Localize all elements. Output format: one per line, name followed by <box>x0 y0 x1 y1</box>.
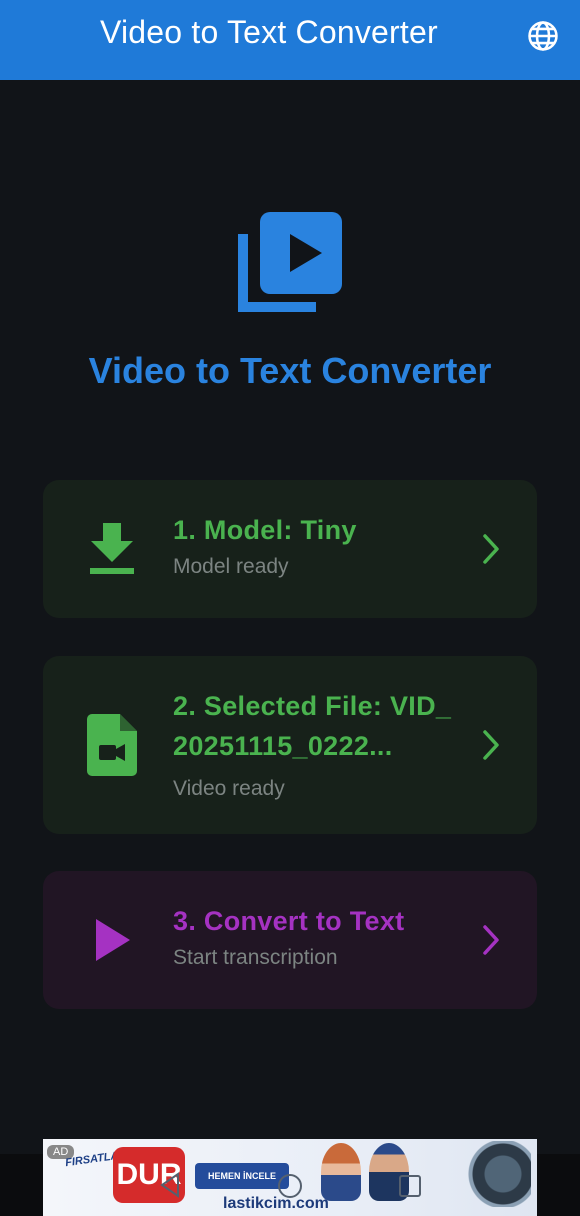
video-library-icon <box>238 212 342 312</box>
app-bar: Video to Text Converter <box>0 0 580 80</box>
ad-tyre-image <box>461 1141 531 1207</box>
ad-cta-button[interactable]: HEMEN İNCELE <box>195 1163 289 1189</box>
chevron-right-icon <box>483 534 499 564</box>
video-file-icon <box>87 714 137 776</box>
globe-icon <box>528 21 558 51</box>
app-bar-title: Video to Text Converter <box>100 14 438 50</box>
recents-nav-icon[interactable] <box>398 1174 422 1198</box>
download-icon <box>90 523 134 574</box>
convert-card-title: 3. Convert to Text <box>173 906 405 936</box>
file-card-subtitle: Video ready <box>173 777 285 800</box>
convert-card-subtitle: Start transcription <box>173 946 338 969</box>
model-card[interactable]: 1. Model: Tiny Model ready <box>43 480 537 618</box>
home-nav-icon[interactable] <box>277 1173 303 1199</box>
hero-title: Video to Text Converter <box>88 350 492 391</box>
play-icon <box>96 919 130 961</box>
file-card[interactable]: 2. Selected File: VID_ 20251115_0222... … <box>43 656 537 834</box>
file-card-title: 2. Selected File: VID_ 20251115_0222... <box>173 691 452 761</box>
app-screen: Video to Text Converter Video to Text Co… <box>0 0 580 1216</box>
convert-card[interactable]: 3. Convert to Text Start transcription <box>43 871 537 1009</box>
chevron-right-icon <box>483 925 499 955</box>
back-nav-icon[interactable] <box>158 1172 182 1198</box>
model-card-subtitle: Model ready <box>173 555 289 578</box>
chevron-right-icon <box>483 730 499 760</box>
ad-domain: lastikcim.com <box>223 1195 329 1212</box>
ad-person-image <box>321 1143 361 1201</box>
language-button[interactable] <box>524 17 562 55</box>
model-card-title: 1. Model: Tiny <box>173 515 357 545</box>
